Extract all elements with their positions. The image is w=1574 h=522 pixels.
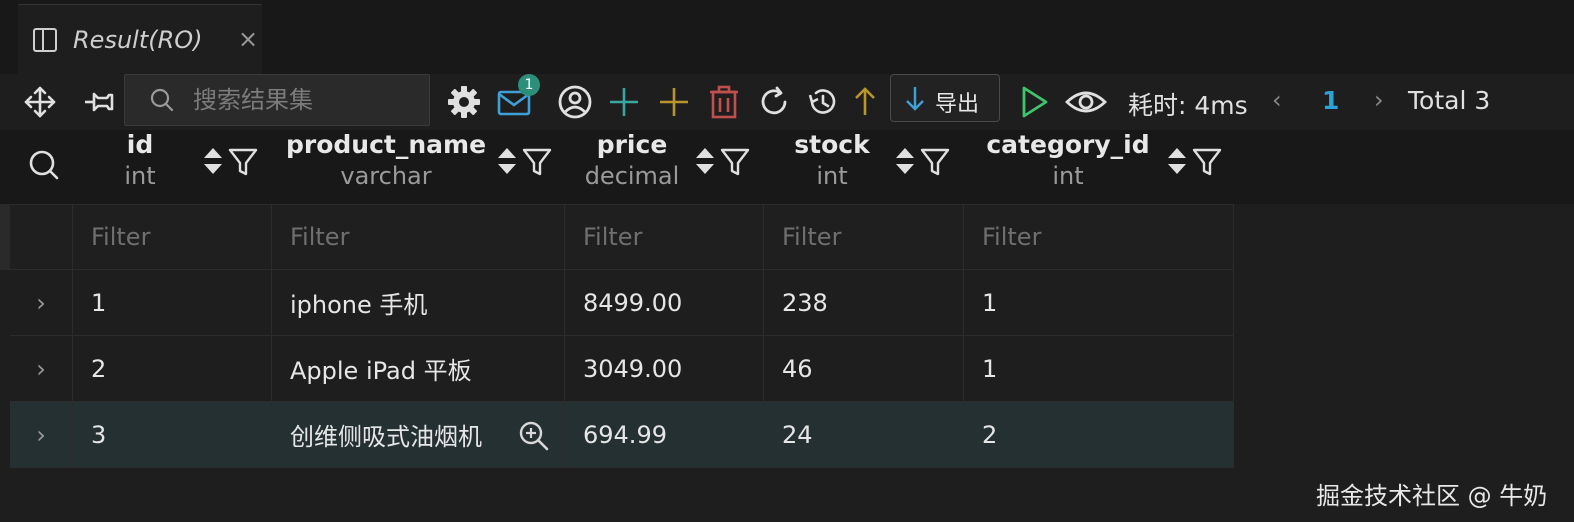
- table-cell[interactable]: 238: [764, 270, 964, 336]
- filter-input[interactable]: Filter: [272, 204, 565, 270]
- export-label: 导出: [935, 92, 980, 117]
- cell-text: 创维侧吸式油烟机: [290, 423, 482, 451]
- result-grid: Filter Filter Filter Filter Filter › 1 i…: [10, 204, 1234, 470]
- table-cell[interactable]: 1: [73, 270, 272, 336]
- tab-bar: Result(RO) ×: [0, 0, 1574, 74]
- next-page-button[interactable]: ›: [1374, 86, 1384, 114]
- watermark: 掘金技术社区 @ 牛奶: [1316, 482, 1548, 510]
- table-cell[interactable]: 694.99: [565, 402, 764, 468]
- user-icon[interactable]: [556, 82, 594, 122]
- column-name: product_name: [286, 130, 487, 159]
- play-icon[interactable]: [1016, 82, 1052, 122]
- pin-icon[interactable]: [80, 82, 116, 122]
- table-cell[interactable]: 3: [73, 402, 272, 468]
- tab-title: Result(RO): [73, 26, 203, 54]
- filter-row: Filter Filter Filter Filter Filter: [10, 204, 1234, 270]
- table-cell[interactable]: 3049.00: [565, 336, 764, 402]
- column-header-price[interactable]: price decimal: [576, 130, 688, 204]
- sort-filter-controls[interactable]: [692, 144, 752, 178]
- arrow-up-icon[interactable]: [850, 82, 880, 122]
- sort-filter-controls[interactable]: [494, 144, 554, 178]
- prev-page-button[interactable]: ‹: [1272, 86, 1282, 114]
- column-type: decimal: [584, 162, 680, 190]
- search-icon[interactable]: [28, 148, 60, 182]
- table-cell[interactable]: 46: [764, 336, 964, 402]
- column-name: id: [126, 130, 154, 159]
- column-header-id[interactable]: id int: [100, 130, 180, 204]
- refresh-icon[interactable]: [756, 82, 792, 122]
- expand-row-button[interactable]: ›: [10, 402, 73, 468]
- table-cell[interactable]: 24: [764, 402, 964, 468]
- search-input[interactable]: [193, 83, 413, 117]
- panel-layout-icon: [33, 28, 57, 52]
- table-row[interactable]: › 3 创维侧吸式油烟机 694.99 24 2: [10, 402, 1234, 468]
- sort-filter-controls[interactable]: [200, 144, 260, 178]
- move-icon[interactable]: [22, 82, 58, 122]
- expand-row-button[interactable]: ›: [10, 336, 73, 402]
- column-type: varchar: [340, 162, 432, 190]
- table-cell-with-zoom[interactable]: 创维侧吸式油烟机: [272, 402, 565, 468]
- sort-filter-controls[interactable]: [892, 144, 952, 178]
- total-count: Total 3: [1408, 86, 1491, 115]
- table-cell[interactable]: Apple iPad 平板: [272, 336, 565, 402]
- sort-filter-controls[interactable]: [1164, 144, 1224, 178]
- add-icon[interactable]: [606, 82, 642, 122]
- column-header-category-id[interactable]: category_id int: [986, 130, 1150, 204]
- notification-badge: 1: [518, 74, 540, 96]
- filter-row-gutter: [10, 204, 73, 270]
- expand-row-button[interactable]: ›: [10, 270, 73, 336]
- table-cell[interactable]: iphone 手机: [272, 270, 565, 336]
- table-cell[interactable]: 1: [964, 270, 1234, 336]
- table-cell[interactable]: 2: [964, 402, 1234, 468]
- column-header-row: id int product_name varchar price decima…: [0, 130, 1574, 204]
- filter-input[interactable]: Filter: [565, 204, 764, 270]
- column-header-stock[interactable]: stock int: [786, 130, 878, 204]
- column-name: category_id: [986, 130, 1150, 159]
- arrow-down-icon: [906, 87, 924, 111]
- table-row[interactable]: › 1 iphone 手机 8499.00 238 1: [10, 270, 1234, 336]
- table-cell[interactable]: 8499.00: [565, 270, 764, 336]
- gear-icon[interactable]: [446, 82, 482, 122]
- filter-input[interactable]: Filter: [964, 204, 1234, 270]
- filter-input[interactable]: Filter: [764, 204, 964, 270]
- table-cell[interactable]: 1: [964, 336, 1234, 402]
- filter-input[interactable]: Filter: [73, 204, 272, 270]
- page-number[interactable]: 1: [1322, 86, 1339, 115]
- eye-icon[interactable]: [1064, 82, 1108, 122]
- tab-result[interactable]: Result(RO) ×: [18, 4, 262, 74]
- close-icon[interactable]: ×: [238, 27, 258, 51]
- elapsed-time: 耗时: 4ms: [1128, 91, 1248, 120]
- trash-icon[interactable]: [706, 82, 742, 122]
- export-button[interactable]: 导出: [890, 74, 1000, 122]
- column-name: price: [596, 130, 668, 159]
- column-header-product-name[interactable]: product_name varchar: [286, 130, 486, 204]
- row-gutter: [0, 204, 10, 270]
- search-icon: [150, 88, 174, 112]
- zoom-in-icon[interactable]: [518, 420, 550, 452]
- table-cell[interactable]: 2: [73, 336, 272, 402]
- history-icon[interactable]: [804, 82, 840, 122]
- column-name: stock: [794, 130, 870, 159]
- column-type: int: [124, 162, 156, 190]
- add-row-icon[interactable]: [656, 82, 692, 122]
- column-type: int: [816, 162, 848, 190]
- toolbar: 1: [0, 74, 1574, 130]
- search-box[interactable]: [124, 74, 430, 126]
- column-type: int: [1052, 162, 1084, 190]
- table-row[interactable]: › 2 Apple iPad 平板 3049.00 46 1: [10, 336, 1234, 402]
